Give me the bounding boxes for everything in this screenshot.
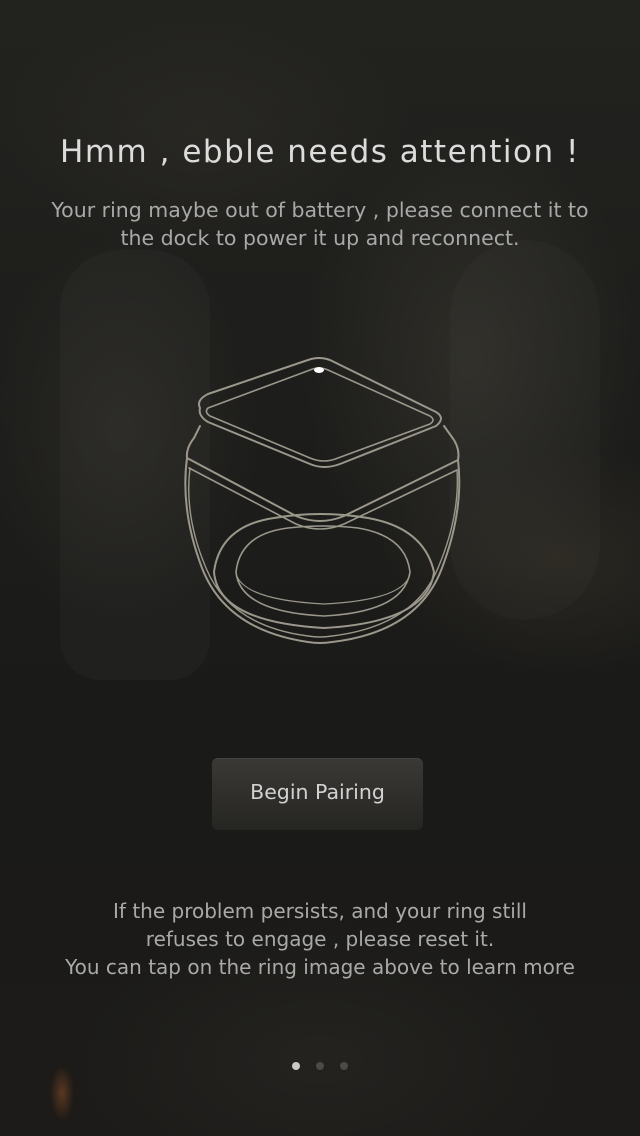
background-blur-shape xyxy=(450,240,600,620)
ring-image[interactable] xyxy=(178,350,468,650)
ring-led-icon xyxy=(314,367,324,373)
help-line: You can tap on the ring image above to l… xyxy=(65,955,575,979)
page-title: Hmm , ebble needs attention ! xyxy=(60,134,580,170)
page-dot-1[interactable] xyxy=(292,1062,300,1070)
ring-illustration-icon xyxy=(184,357,461,644)
help-line: refuses to engage , please reset it. xyxy=(145,927,495,951)
help-line: If the problem persists, and your ring s… xyxy=(113,899,527,923)
begin-pairing-button[interactable]: Begin Pairing xyxy=(212,758,423,830)
background-glow xyxy=(50,1066,74,1120)
page-dot-3[interactable] xyxy=(340,1062,348,1070)
page-dot-2[interactable] xyxy=(316,1062,324,1070)
battery-message: Your ring maybe out of battery , please … xyxy=(51,198,589,250)
page-indicator xyxy=(0,1062,640,1070)
help-text: If the problem persists, and your ring s… xyxy=(20,897,620,981)
